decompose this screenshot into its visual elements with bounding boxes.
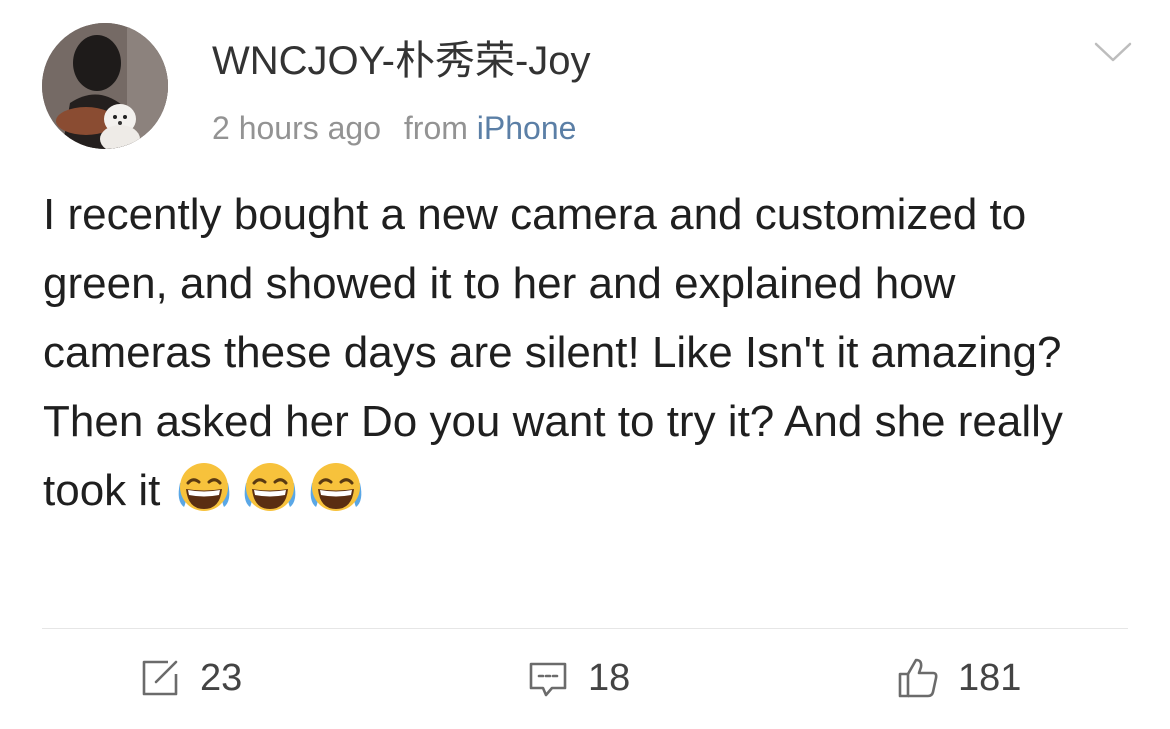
post-body: I recently bought a new camera and custo… xyxy=(43,180,1133,525)
username[interactable]: WNCJOY-朴秀荣-Joy xyxy=(212,38,591,84)
post-paragraph-2: Then asked her Do you want to try it? An… xyxy=(43,387,1133,525)
laughing-crying-emoji-icon xyxy=(245,463,296,511)
laughing-crying-emoji-icon xyxy=(179,463,230,511)
post-paragraph: I recently bought a new camera and custo… xyxy=(43,190,1062,377)
like-button[interactable]: 181 xyxy=(896,652,1021,704)
post-meta: 2 hours ago from iPhone xyxy=(212,108,576,148)
chevron-down-icon[interactable] xyxy=(1092,40,1134,64)
like-count: 181 xyxy=(958,656,1022,699)
source-link[interactable]: iPhone xyxy=(477,110,577,146)
thumbs-up-icon xyxy=(898,658,938,698)
post-time: 2 hours ago xyxy=(212,110,382,146)
comment-count: 18 xyxy=(588,656,631,699)
avatar[interactable] xyxy=(42,23,168,149)
comment-button[interactable]: 18 xyxy=(526,652,630,704)
repost-count: 23 xyxy=(200,656,243,699)
from-label: from xyxy=(403,110,468,146)
comment-icon xyxy=(529,662,567,697)
repost-button[interactable]: 23 xyxy=(138,652,242,704)
laughing-crying-emoji-icon xyxy=(311,463,362,511)
repost-icon xyxy=(142,660,178,696)
divider xyxy=(42,628,1128,629)
